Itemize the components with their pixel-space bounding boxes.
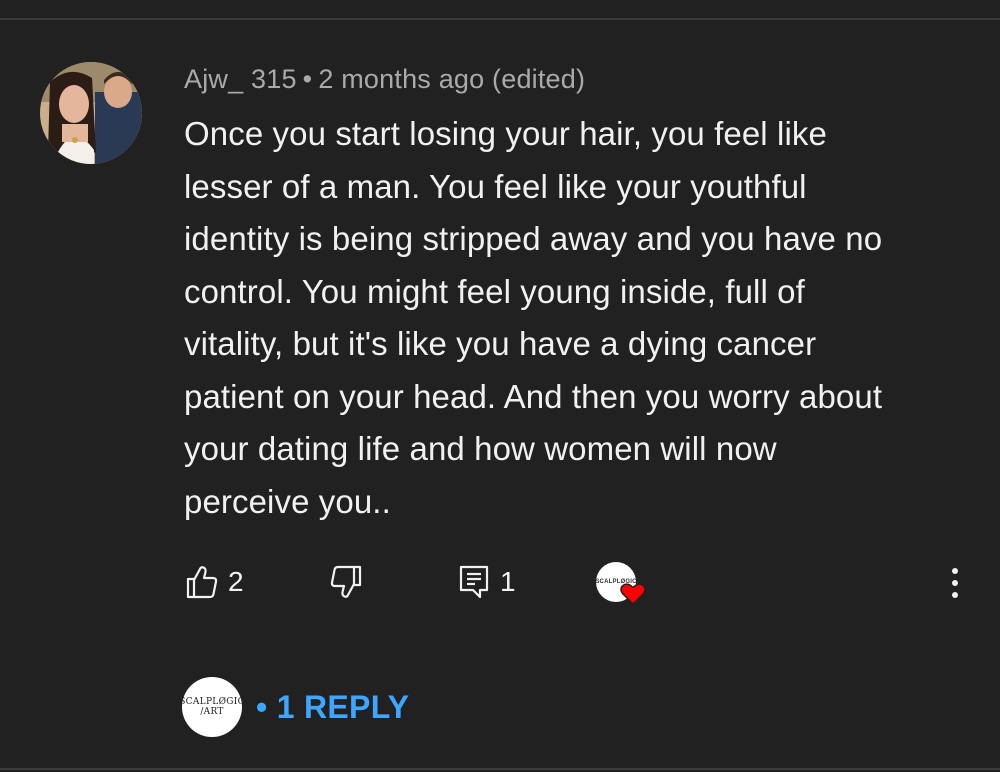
creator-avatar: SCALPLØGIC /ART [182, 677, 242, 737]
dislike-button[interactable] [330, 560, 362, 604]
view-replies-row[interactable]: SCALPLØGIC /ART • 1 REPLY [182, 676, 409, 738]
reply-label: 1 REPLY [276, 688, 410, 725]
reply-bullet: • [256, 688, 268, 725]
reply-button[interactable]: 1 [458, 560, 516, 604]
creator-heart-badge: SCALPLØGIC [596, 562, 648, 614]
comment-reply-icon [459, 565, 489, 599]
comment-text: Once you start losing your hair, you fee… [184, 115, 883, 520]
bottom-divider [0, 768, 1000, 770]
author-avatar[interactable] [40, 62, 142, 164]
view-replies-link[interactable]: • 1 REPLY [256, 689, 409, 726]
meta-separator: • [302, 64, 313, 94]
creator-logo-line1: SCALPLØGIC [182, 697, 242, 707]
reply-count: 1 [500, 566, 516, 597]
like-count: 2 [228, 566, 244, 597]
creator-heart-icon [620, 583, 646, 606]
comment-meta: Ajw_ 315 • 2 months ago (edited) [184, 64, 585, 95]
creator-logo: SCALPLØGIC /ART [182, 697, 242, 717]
creator-logo-line2: /ART [200, 707, 224, 717]
more-options-button[interactable] [942, 566, 968, 600]
more-vert-icon [952, 568, 958, 598]
thumbs-up-icon [186, 566, 218, 599]
thumbs-down-icon [330, 565, 362, 598]
like-button[interactable]: 2 [186, 560, 244, 604]
top-divider [0, 18, 1000, 20]
avatar-photo [40, 62, 142, 164]
comment-timestamp[interactable]: 2 months ago (edited) [318, 64, 585, 94]
author-name[interactable]: Ajw_ 315 [184, 64, 297, 94]
